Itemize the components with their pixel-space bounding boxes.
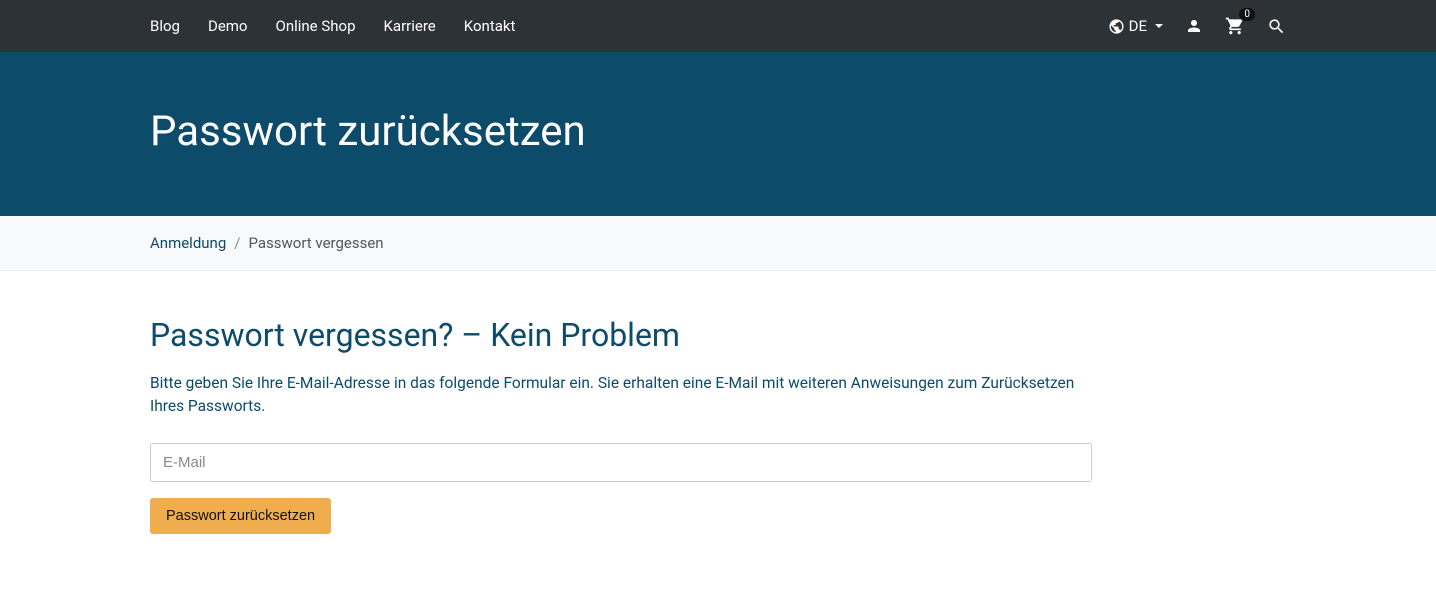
nav-right: DE 0: [1108, 16, 1286, 36]
language-label: DE: [1129, 17, 1147, 35]
nav-link-demo[interactable]: Demo: [208, 17, 248, 35]
language-selector[interactable]: DE: [1108, 17, 1163, 35]
hero-banner: Passwort zurücksetzen: [0, 52, 1436, 216]
nav-link-kontakt[interactable]: Kontakt: [464, 17, 516, 35]
email-field[interactable]: [150, 443, 1092, 482]
page-title: Passwort zurücksetzen: [150, 107, 1286, 156]
cart-count-badge: 0: [1239, 8, 1255, 21]
navbar: Blog Demo Online Shop Karriere Kontakt D…: [0, 0, 1436, 52]
nav-left: Blog Demo Online Shop Karriere Kontakt: [150, 17, 515, 35]
user-account-button[interactable]: [1185, 17, 1203, 35]
caret-down-icon: [1155, 24, 1163, 28]
globe-icon: [1108, 18, 1125, 35]
breadcrumb-bar: Anmeldung / Passwort vergessen: [0, 216, 1436, 271]
content-heading: Passwort vergessen? – Kein Problem: [150, 316, 1092, 354]
breadcrumb-separator: /: [234, 234, 240, 252]
search-icon: [1267, 17, 1286, 36]
user-icon: [1185, 17, 1203, 35]
nav-link-karriere[interactable]: Karriere: [384, 17, 436, 35]
reset-password-button[interactable]: Passwort zurücksetzen: [150, 498, 331, 534]
breadcrumb-link-login[interactable]: Anmeldung: [150, 234, 226, 252]
content-description: Bitte geben Sie Ihre E-Mail-Adresse in d…: [150, 372, 1092, 419]
breadcrumb-current: Passwort vergessen: [248, 234, 383, 252]
cart-button[interactable]: 0: [1225, 16, 1245, 36]
search-button[interactable]: [1267, 17, 1286, 36]
nav-link-online-shop[interactable]: Online Shop: [276, 17, 356, 35]
main-content: Passwort vergessen? – Kein Problem Bitte…: [0, 271, 1436, 594]
content-inner: Passwort vergessen? – Kein Problem Bitte…: [150, 316, 1092, 534]
breadcrumb: Anmeldung / Passwort vergessen: [150, 234, 1286, 252]
nav-link-blog[interactable]: Blog: [150, 17, 180, 35]
